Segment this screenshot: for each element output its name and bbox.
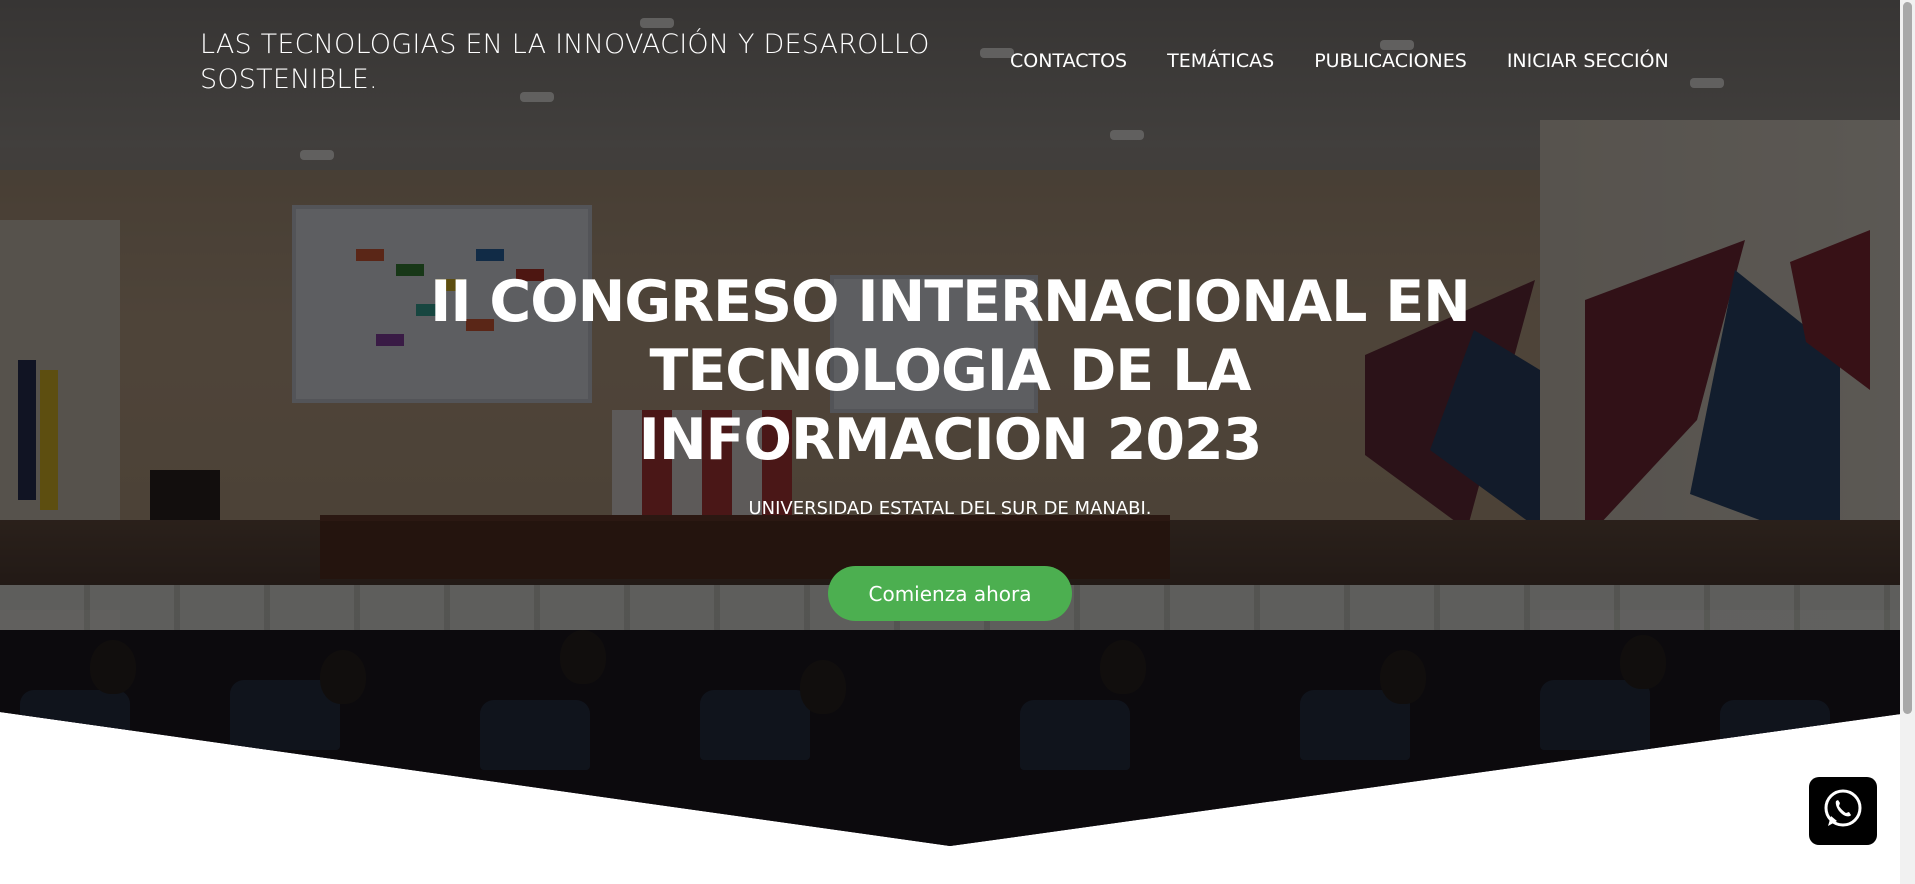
main-nav: CONTACTOS TEMÁTICAS PUBLICACIONES INICIA… (1010, 48, 1669, 74)
nav-iniciar-seccion[interactable]: INICIAR SECCIÓN (1507, 48, 1669, 74)
hero-title: II CONGRESO INTERNACIONAL EN TECNOLOGIA … (430, 269, 1471, 473)
vertical-scrollbar[interactable] (1900, 0, 1915, 884)
site-title[interactable]: LAS TECNOLOGIAS EN LA INNOVACIÓN Y DESAR… (200, 27, 960, 97)
comienza-ahora-button[interactable]: Comienza ahora (828, 566, 1072, 621)
hero-subtitle: UNIVERSIDAD ESTATAL DEL SUR DE MANABI. (748, 498, 1152, 519)
nav-tematicas[interactable]: TEMÁTICAS (1167, 48, 1274, 74)
whatsapp-button[interactable] (1809, 777, 1877, 845)
whatsapp-icon (1820, 786, 1866, 836)
page: LAS TECNOLOGIAS EN LA INNOVACIÓN Y DESAR… (0, 0, 1915, 884)
nav-publicaciones[interactable]: PUBLICACIONES (1314, 48, 1467, 74)
nav-contactos[interactable]: CONTACTOS (1010, 48, 1127, 74)
scrollbar-thumb[interactable] (1903, 2, 1912, 714)
